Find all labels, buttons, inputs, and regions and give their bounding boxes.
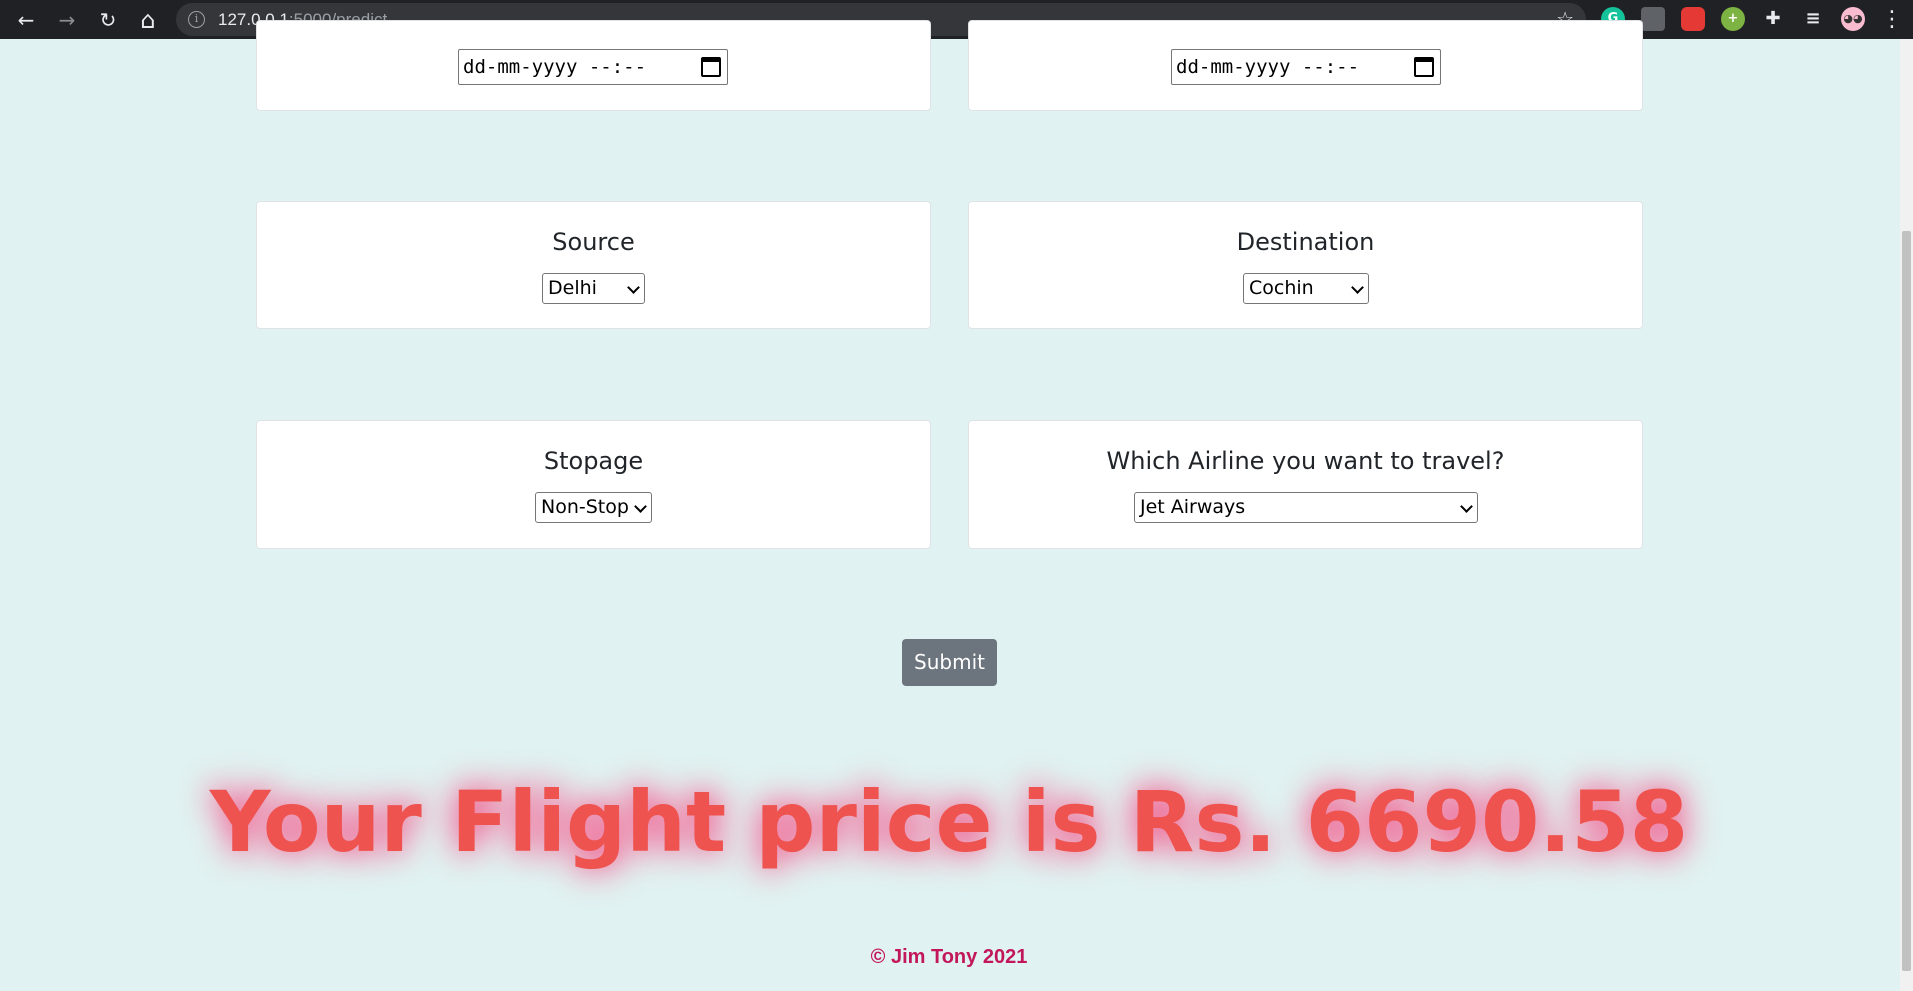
footer-copyright: © Jim Tony 2021 (870, 946, 1028, 968)
profile-avatar-icon[interactable]: ◕◕ (1841, 7, 1865, 31)
adblock-extension-icon[interactable] (1681, 7, 1705, 31)
source-label: Source (552, 228, 635, 256)
scrollbar-thumb[interactable] (1902, 231, 1911, 971)
departure-datetime-input[interactable]: dd-mm-yyyy --:-- (458, 49, 728, 85)
airline-label: Which Airline you want to travel? (1106, 447, 1505, 475)
airline-card: Which Airline you want to travel? Jet Ai… (968, 420, 1643, 549)
site-info-icon[interactable]: i (188, 11, 205, 28)
home-icon[interactable]: ⌂ (134, 6, 162, 34)
stopage-select[interactable]: Non-Stop (535, 492, 652, 523)
source-card: Source Delhi (256, 201, 931, 329)
arrival-card: dd-mm-yyyy --:-- (968, 20, 1643, 111)
destination-selected-value: Cochin (1249, 277, 1314, 299)
calendar-icon[interactable] (701, 57, 721, 77)
chevron-down-icon (634, 500, 647, 513)
departure-card: dd-mm-yyyy --:-- (256, 20, 931, 111)
arrival-datetime-input[interactable]: dd-mm-yyyy --:-- (1171, 49, 1441, 85)
chevron-down-icon (627, 281, 640, 294)
media-queue-icon[interactable]: ≡ (1801, 7, 1825, 31)
predicted-price-text: Your Flight price is Rs. 6690.58 (209, 773, 1689, 871)
airline-selected-value: Jet Airways (1140, 496, 1246, 518)
calendar-icon[interactable] (1414, 57, 1434, 77)
source-selected-value: Delhi (548, 277, 597, 299)
extensions-puzzle-icon[interactable]: ✚ (1761, 7, 1785, 31)
page-scrollbar[interactable] (1900, 39, 1913, 991)
airline-select[interactable]: Jet Airways (1134, 492, 1478, 523)
stopage-card: Stopage Non-Stop (256, 420, 931, 549)
destination-select[interactable]: Cochin (1243, 273, 1369, 304)
back-icon[interactable]: ← (12, 6, 40, 34)
chevron-down-icon (1351, 281, 1364, 294)
stopage-selected-value: Non-Stop (541, 496, 629, 518)
submit-button[interactable]: Submit (902, 639, 997, 686)
arrival-placeholder: dd-mm-yyyy --:-- (1176, 56, 1360, 78)
chevron-down-icon (1460, 500, 1473, 513)
plus-extension-icon[interactable]: + (1721, 7, 1745, 31)
source-select[interactable]: Delhi (542, 273, 645, 304)
forward-icon[interactable]: → (53, 6, 81, 34)
destination-label: Destination (1236, 228, 1375, 256)
destination-card: Destination Cochin (968, 201, 1643, 329)
browser-menu-icon[interactable]: ⋮ (1878, 6, 1906, 34)
stopage-label: Stopage (543, 447, 644, 475)
reload-icon[interactable]: ↻ (94, 6, 122, 34)
shield-extension-icon[interactable] (1641, 7, 1665, 31)
departure-placeholder: dd-mm-yyyy --:-- (463, 56, 647, 78)
